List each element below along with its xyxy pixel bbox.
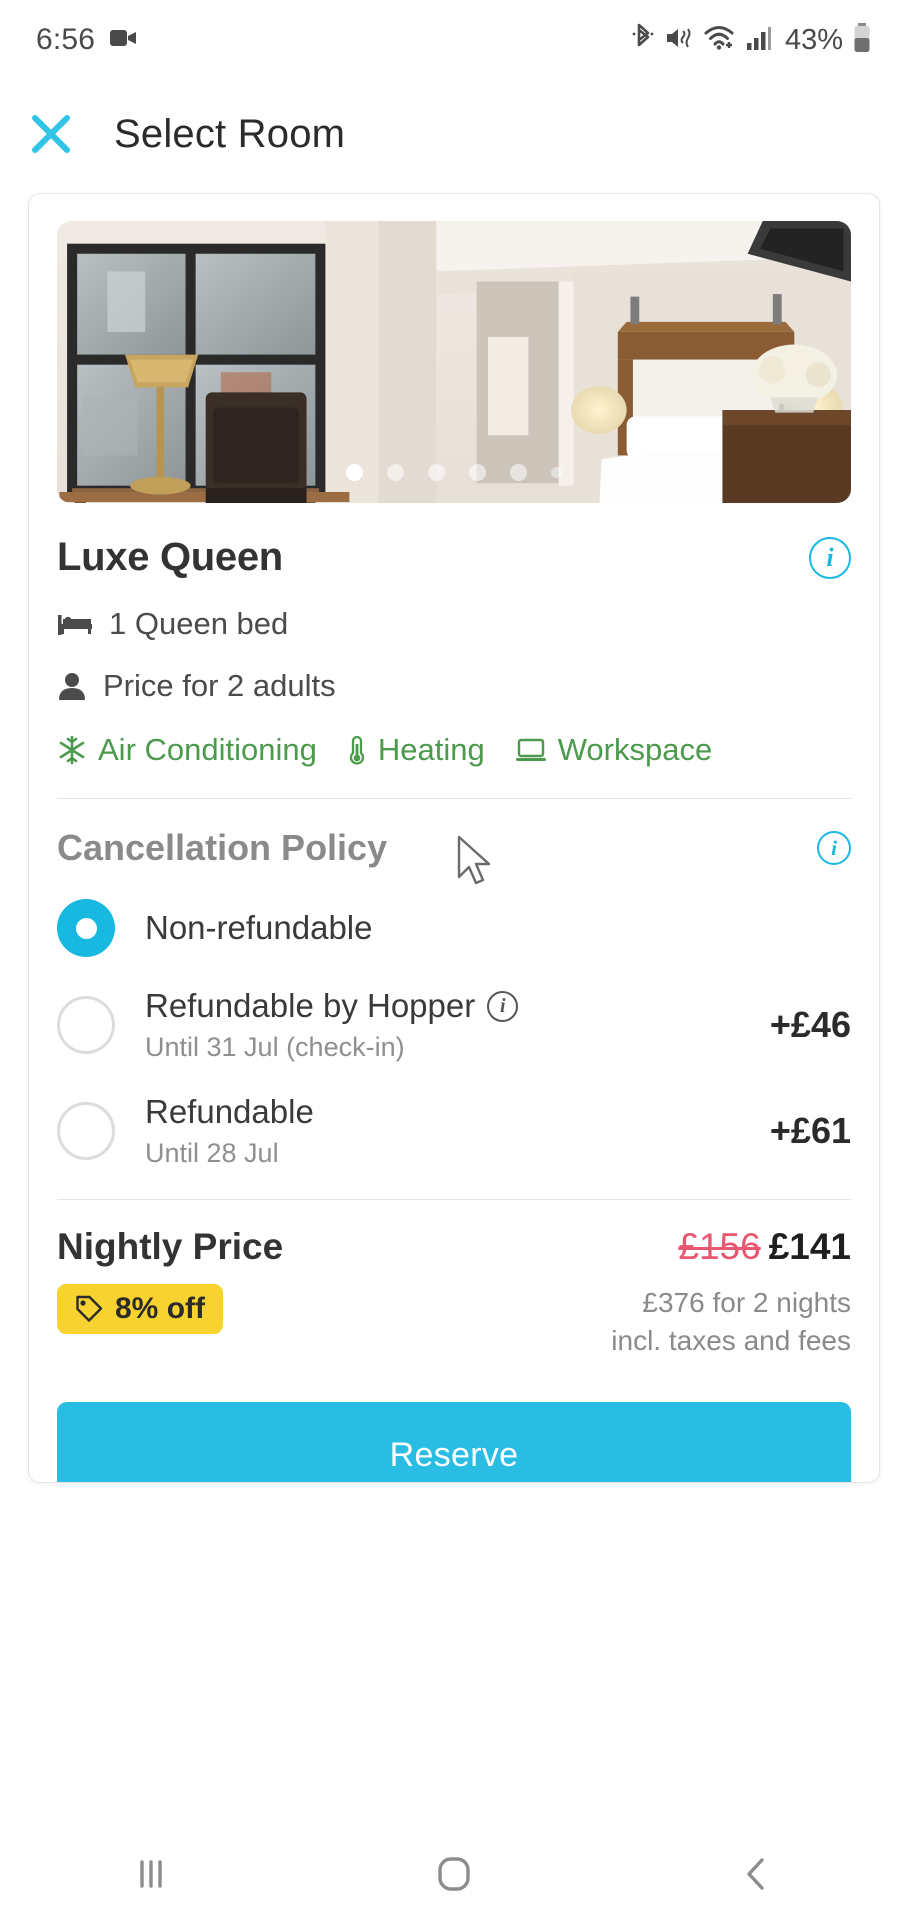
- total-price-note: £376 for 2 nights incl. taxes and fees: [611, 1284, 851, 1360]
- discount-badge: 8% off: [57, 1284, 223, 1334]
- room-photo: [57, 221, 851, 503]
- room-info-icon[interactable]: i: [809, 536, 851, 579]
- carousel-dot[interactable]: [387, 464, 404, 481]
- android-nav-bar: [0, 1828, 908, 1920]
- carousel-dot[interactable]: [346, 464, 363, 481]
- mute-icon: [664, 24, 694, 57]
- amenity-workspace: Workspace: [515, 732, 713, 768]
- option-body: Refundable by Hopper i Until 31 Jul (che…: [145, 987, 770, 1063]
- new-price: £141: [768, 1226, 851, 1267]
- reserve-label: Reserve: [389, 1436, 519, 1475]
- radio-refundable[interactable]: [57, 1102, 115, 1160]
- signal-icon: [746, 25, 772, 56]
- room-photo-carousel[interactable]: [57, 221, 851, 503]
- video-camera-icon: [109, 27, 137, 54]
- price-top-row: Nightly Price £156 £141: [57, 1226, 851, 1268]
- bluetooth-icon: [631, 23, 655, 58]
- bed-spec-row: 1 Queen bed: [57, 606, 851, 642]
- cancellation-option-refundable[interactable]: Refundable Until 28 Jul +£61: [57, 1093, 851, 1169]
- carousel-dot[interactable]: [551, 467, 562, 478]
- option-label: Refundable: [145, 1093, 314, 1130]
- cancellation-header: Cancellation Policy i: [57, 827, 851, 869]
- mouse-cursor: [457, 835, 491, 885]
- amenity-label: Air Conditioning: [98, 732, 317, 767]
- option-sublabel: Until 28 Jul: [145, 1138, 279, 1168]
- total-line-1: £376 for 2 nights: [642, 1287, 851, 1318]
- tag-icon: [76, 1295, 103, 1322]
- price-values: £156 £141: [678, 1226, 851, 1268]
- option-price: +£61: [769, 1110, 851, 1151]
- option-label: Refundable by Hopper: [145, 987, 476, 1024]
- amenity-air-conditioning: Air Conditioning: [57, 732, 317, 768]
- status-bar: 6:56 43%: [0, 0, 908, 80]
- option-price: +£46: [769, 1004, 851, 1045]
- carousel-dot[interactable]: [469, 464, 486, 481]
- discount-badge-label: 8% off: [115, 1292, 205, 1325]
- wifi-icon: [703, 24, 737, 57]
- workspace-icon: [515, 738, 546, 761]
- cancellation-option-refundable-hopper[interactable]: Refundable by Hopper i Until 31 Jul (che…: [57, 987, 851, 1063]
- home-icon: [438, 1857, 470, 1891]
- cancellation-option-non-refundable[interactable]: Non-refundable: [57, 899, 851, 957]
- room-name: Luxe Queen: [57, 535, 283, 579]
- divider: [57, 798, 851, 799]
- cancellation-title: Cancellation Policy: [57, 827, 388, 868]
- option-sublabel: Until 31 Jul (check-in): [145, 1032, 405, 1062]
- carousel-dots[interactable]: [57, 464, 851, 481]
- battery-percent: 43%: [784, 23, 843, 56]
- close-icon: [32, 115, 70, 153]
- cancellation-info-icon[interactable]: i: [817, 831, 851, 865]
- thermometer-icon: [349, 735, 364, 765]
- bed-icon: [58, 615, 92, 635]
- snowflake-icon: [59, 735, 85, 765]
- room-title-row: Luxe Queen i: [57, 535, 851, 580]
- status-time: 6:56: [36, 23, 96, 56]
- battery-icon: [852, 22, 872, 59]
- occupancy-spec-row: Price for 2 adults: [57, 668, 851, 704]
- recents-icon: [140, 1860, 163, 1888]
- option-body: Refundable Until 28 Jul: [145, 1093, 770, 1169]
- recents-button[interactable]: [81, 1839, 221, 1909]
- page-title: Select Room: [114, 111, 346, 156]
- total-line-2: incl. taxes and fees: [611, 1324, 851, 1356]
- status-bar-right: 43%: [631, 22, 872, 59]
- amenities-row: Air Conditioning Heating Workspace: [57, 732, 851, 768]
- carousel-dot[interactable]: [428, 464, 445, 481]
- person-icon: [59, 673, 85, 700]
- home-button[interactable]: [384, 1839, 524, 1909]
- app-header: Select Room: [0, 80, 908, 188]
- pricing-section: Nightly Price £156 £141 8% off £376 for 2…: [57, 1226, 851, 1360]
- amenity-heating: Heating: [347, 732, 485, 768]
- price-bottom-row: 8% off £376 for 2 nights incl. taxes and…: [57, 1284, 851, 1360]
- divider: [57, 1199, 851, 1200]
- occupancy-label: Price for 2 adults: [103, 668, 336, 703]
- option-label: Non-refundable: [145, 909, 373, 946]
- bed-label: 1 Queen bed: [109, 606, 289, 641]
- carousel-dot[interactable]: [510, 464, 527, 481]
- option-body: Non-refundable: [145, 909, 851, 947]
- back-button[interactable]: [687, 1839, 827, 1909]
- reserve-button[interactable]: Reserve: [57, 1401, 851, 1482]
- room-card: Luxe Queen i 1 Queen bed Price for 2 adu…: [28, 193, 880, 1483]
- amenity-label: Heating: [377, 732, 485, 767]
- back-icon: [746, 1858, 764, 1890]
- old-price: £156: [678, 1226, 761, 1267]
- amenity-label: Workspace: [557, 732, 713, 767]
- close-button[interactable]: [22, 105, 80, 163]
- nightly-price-label: Nightly Price: [57, 1226, 284, 1267]
- radio-non-refundable[interactable]: [57, 899, 115, 957]
- status-bar-left: 6:56: [36, 23, 137, 57]
- option-info-icon[interactable]: i: [487, 990, 519, 1022]
- radio-refundable-hopper[interactable]: [57, 996, 115, 1054]
